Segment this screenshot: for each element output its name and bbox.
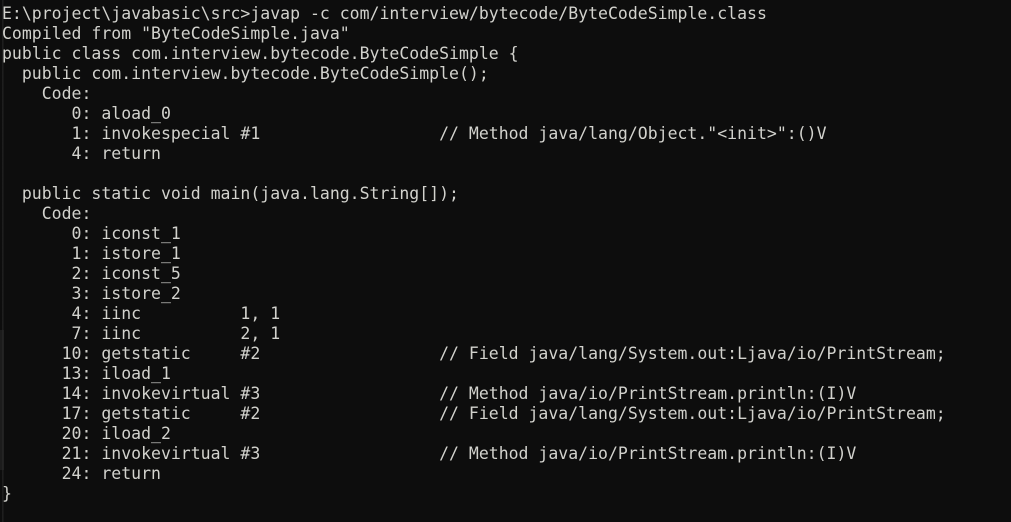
terminal-line: } [2,484,12,503]
terminal-line: 1: istore_1 [2,244,181,263]
terminal-output: E:\project\javabasic\src>javap -c com/in… [0,4,1011,504]
terminal-line: 3: istore_2 [2,284,181,303]
terminal-line: Code: [2,84,92,103]
terminal-line: public class com.interview.bytecode.Byte… [2,44,519,63]
terminal-line: public com.interview.bytecode.ByteCodeSi… [2,64,489,83]
terminal-line: Code: [2,204,92,223]
terminal-line: 7: iinc 2, 1 [2,324,281,343]
terminal-console[interactable]: E:\project\javabasic\src>javap -c com/in… [0,0,1011,522]
terminal-line: 17: getstatic #2 // Field java/lang/Syst… [2,404,946,423]
terminal-line: 2: iconst_5 [2,264,181,283]
terminal-line: 1: invokespecial #1 // Method java/lang/… [2,124,827,143]
terminal-line: 4: return [2,144,161,163]
terminal-line: 10: getstatic #2 // Field java/lang/Syst… [2,344,946,363]
terminal-line: 20: iload_2 [2,424,171,443]
terminal-line: 14: invokevirtual #3 // Method java/io/P… [2,384,857,403]
terminal-line: 24: return [2,464,161,483]
terminal-line: 21: invokevirtual #3 // Method java/io/P… [2,444,857,463]
terminal-line: 0: aload_0 [2,104,171,123]
terminal-line: E:\project\javabasic\src>javap -c com/in… [2,4,767,23]
terminal-line: Compiled from "ByteCodeSimple.java" [2,24,350,43]
terminal-line: public static void main(java.lang.String… [2,184,459,203]
terminal-line: 0: iconst_1 [2,224,181,243]
terminal-line: 13: iload_1 [2,364,171,383]
terminal-line: 4: iinc 1, 1 [2,304,281,323]
